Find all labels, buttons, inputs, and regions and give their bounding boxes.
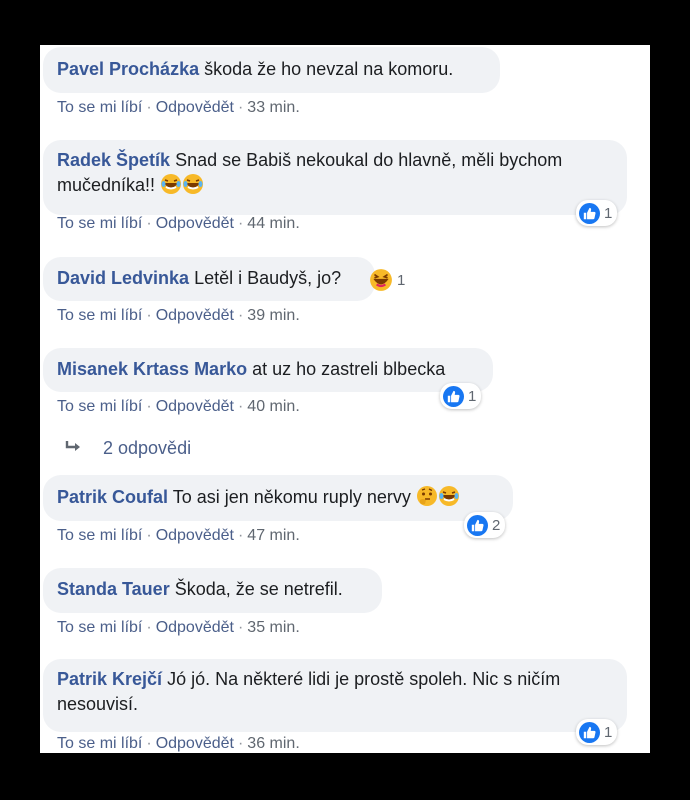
comment-author[interactable]: Pavel Procházka (57, 59, 199, 79)
reaction-count: 2 (492, 516, 501, 534)
laugh-cry-emoji (438, 485, 460, 514)
comment-bubble: Patrik Coufal To asi jen někomu ruply ne… (43, 475, 513, 521)
reply-link[interactable]: Odpovědět (156, 527, 234, 544)
like-link[interactable]: To se mi líbí (57, 215, 142, 232)
like-link[interactable]: To se mi líbí (57, 307, 142, 324)
comment-text: Letěl i Baudyš, jo? (194, 268, 342, 288)
comment-bubble: David Ledvinka Letěl i Baudyš, jo? (43, 257, 375, 301)
reaction-count: 1 (397, 271, 406, 289)
comment-time[interactable]: 44 min. (247, 215, 299, 232)
reaction-badge[interactable]: 2 (464, 512, 506, 538)
reply-arrow-icon (65, 438, 83, 459)
reaction-badge[interactable]: 1 (576, 719, 618, 745)
reaction-count: 1 (604, 204, 613, 222)
laugh-cry-emoji (182, 173, 204, 202)
comment-time[interactable]: 35 min. (247, 619, 299, 636)
comment-actions: To se mi líbí · Odpovědět · 44 min. (57, 215, 300, 232)
comment-text: at uz ho zastreli blbecka (252, 359, 446, 379)
view-replies-link[interactable]: 2 odpovědi (65, 438, 191, 459)
comment-actions: To se mi líbí · Odpovědět · 47 min. (57, 527, 300, 544)
replies-label: 2 odpovědi (103, 438, 192, 458)
like-link[interactable]: To se mi líbí (57, 735, 142, 752)
reaction-count: 1 (604, 723, 613, 741)
comments-panel: Pavel Procházka škoda že ho nevzal na ko… (40, 45, 650, 753)
comment-text: Škoda, že se netrefil. (174, 579, 343, 599)
comment-actions: To se mi líbí · Odpovědět · 40 min. (57, 398, 300, 415)
comment-bubble: Radek Špetík Snad se Babiš nekoukal do h… (43, 140, 627, 215)
comment-time[interactable]: 40 min. (247, 398, 299, 415)
reply-link[interactable]: Odpovědět (156, 99, 234, 116)
reply-link[interactable]: Odpovědět (156, 307, 234, 324)
comment-author[interactable]: Standa Tauer (57, 579, 170, 599)
haha-icon (369, 268, 393, 292)
laugh-cry-emoji (160, 173, 182, 202)
comment-actions: To se mi líbí · Odpovědět · 33 min. (57, 99, 300, 116)
like-icon (467, 514, 488, 536)
reply-link[interactable]: Odpovědět (156, 398, 234, 415)
comment-actions: To se mi líbí · Odpovědět · 36 min. (57, 735, 300, 752)
reaction-count: 1 (468, 387, 477, 405)
comment-time[interactable]: 33 min. (247, 99, 299, 116)
reaction-badge[interactable]: 1 (576, 200, 618, 226)
comment-time[interactable]: 47 min. (247, 527, 299, 544)
like-link[interactable]: To se mi líbí (57, 99, 142, 116)
comment-author[interactable]: Misanek Krtass Marko (57, 359, 247, 379)
reply-link[interactable]: Odpovědět (156, 215, 234, 232)
comment-author[interactable]: Patrik Krejčí (57, 669, 162, 689)
reaction-badge[interactable]: 1 (440, 383, 482, 409)
like-icon (443, 385, 464, 407)
comment-actions: To se mi líbí · Odpovědět · 39 min. (57, 307, 300, 324)
comment-author[interactable]: Patrik Coufal (57, 487, 168, 507)
thinking-emoji (416, 485, 438, 514)
comment-bubble: Standa Tauer Škoda, že se netrefil. (43, 568, 382, 613)
like-link[interactable]: To se mi líbí (57, 527, 142, 544)
comment-time[interactable]: 39 min. (247, 307, 299, 324)
comment-bubble: Patrik Krejčí Jó jó. Na některé lidi je … (43, 659, 627, 732)
comment-time[interactable]: 36 min. (247, 735, 299, 752)
comment-bubble: Pavel Procházka škoda že ho nevzal na ko… (43, 47, 500, 93)
like-icon (579, 202, 600, 224)
reaction-badge[interactable]: 1 (366, 267, 410, 293)
reply-link[interactable]: Odpovědět (156, 619, 234, 636)
like-link[interactable]: To se mi líbí (57, 398, 142, 415)
comment-author[interactable]: David Ledvinka (57, 268, 189, 288)
comment-bubble: Misanek Krtass Marko at uz ho zastreli b… (43, 348, 493, 392)
like-link[interactable]: To se mi líbí (57, 619, 142, 636)
reply-link[interactable]: Odpovědět (156, 735, 234, 752)
like-icon (579, 721, 600, 743)
comment-text: škoda že ho nevzal na komoru. (204, 59, 454, 79)
comment-actions: To se mi líbí · Odpovědět · 35 min. (57, 619, 300, 636)
comment-author[interactable]: Radek Špetík (57, 150, 170, 170)
comment-text: To asi jen někomu ruply nervy (172, 487, 411, 507)
